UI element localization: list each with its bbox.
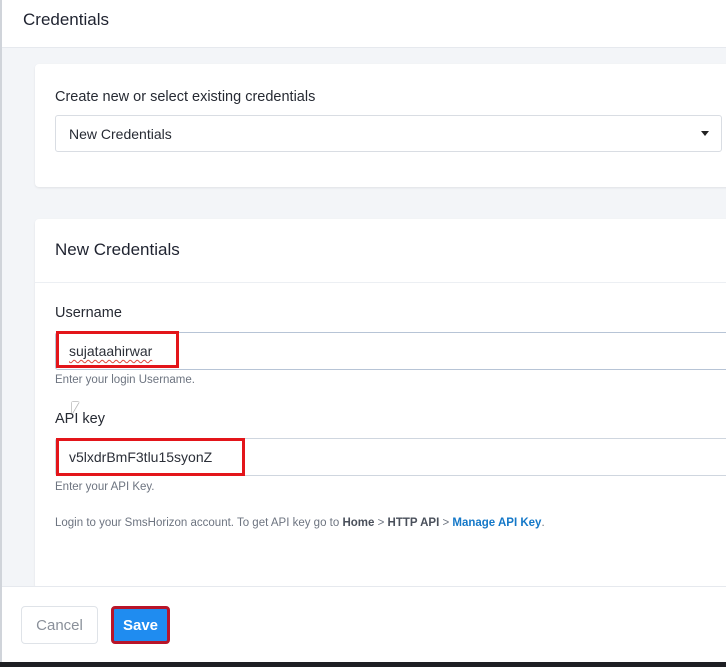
chevron-down-icon [701,131,709,136]
api-key-hint: Enter your API Key. [55,481,155,493]
save-button[interactable]: Save [111,606,170,644]
api-key-value: v5lxdrBmF3tlu15syonZ [69,449,213,465]
modal-body: Create new or select existing credential… [2,48,726,589]
credentials-select-value: New Credentials [69,126,172,142]
new-credentials-card: New Credentials Username sujataahirwar E… [35,219,726,589]
info-separator: > [439,517,453,529]
card-divider [35,282,726,283]
info-path-http-api: HTTP API [387,517,440,529]
info-separator: > [374,517,388,529]
info-prefix: Login to your SmsHorizon account. To get… [55,517,343,529]
username-hint: Enter your login Username. [55,374,195,386]
info-suffix: . [541,517,545,529]
api-key-field[interactable]: v5lxdrBmF3tlu15syonZ [55,438,726,476]
info-path-home: Home [342,517,375,529]
new-credentials-title: New Credentials [55,240,180,259]
credentials-modal: Credentials Create new or select existin… [0,0,726,662]
api-key-instructions: Login to your SmsHorizon account. To get… [55,517,545,529]
mouse-pointer-icon [72,402,79,414]
credentials-selector-card: Create new or select existing credential… [35,64,726,187]
username-field[interactable]: sujataahirwar [55,332,726,370]
modal-footer: Cancel Save [2,586,726,662]
modal-header: Credentials [2,0,726,48]
username-value: sujataahirwar [69,343,153,359]
username-label: Username [55,305,122,321]
credentials-selector-label: Create new or select existing credential… [55,89,316,105]
modal-title: Credentials [23,10,109,29]
manage-api-key-link[interactable]: Manage API Key [452,517,541,529]
credentials-select[interactable]: New Credentials [55,115,722,152]
cancel-button[interactable]: Cancel [21,606,98,644]
api-key-label: API key [55,411,105,427]
